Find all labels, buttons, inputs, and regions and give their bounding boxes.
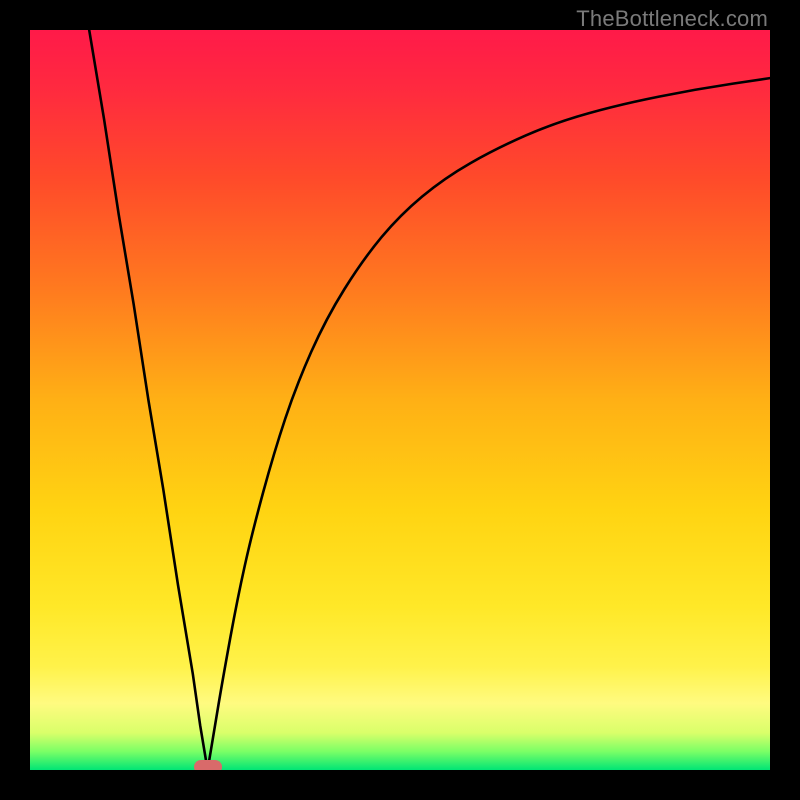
chart-outer-frame: TheBottleneck.com [0,0,800,800]
watermark-text: TheBottleneck.com [576,6,768,32]
plot-area [30,30,770,770]
curve-overlay [30,30,770,770]
minimum-marker [194,760,222,770]
curve-right-branch [208,78,770,770]
curve-left-branch [89,30,207,770]
